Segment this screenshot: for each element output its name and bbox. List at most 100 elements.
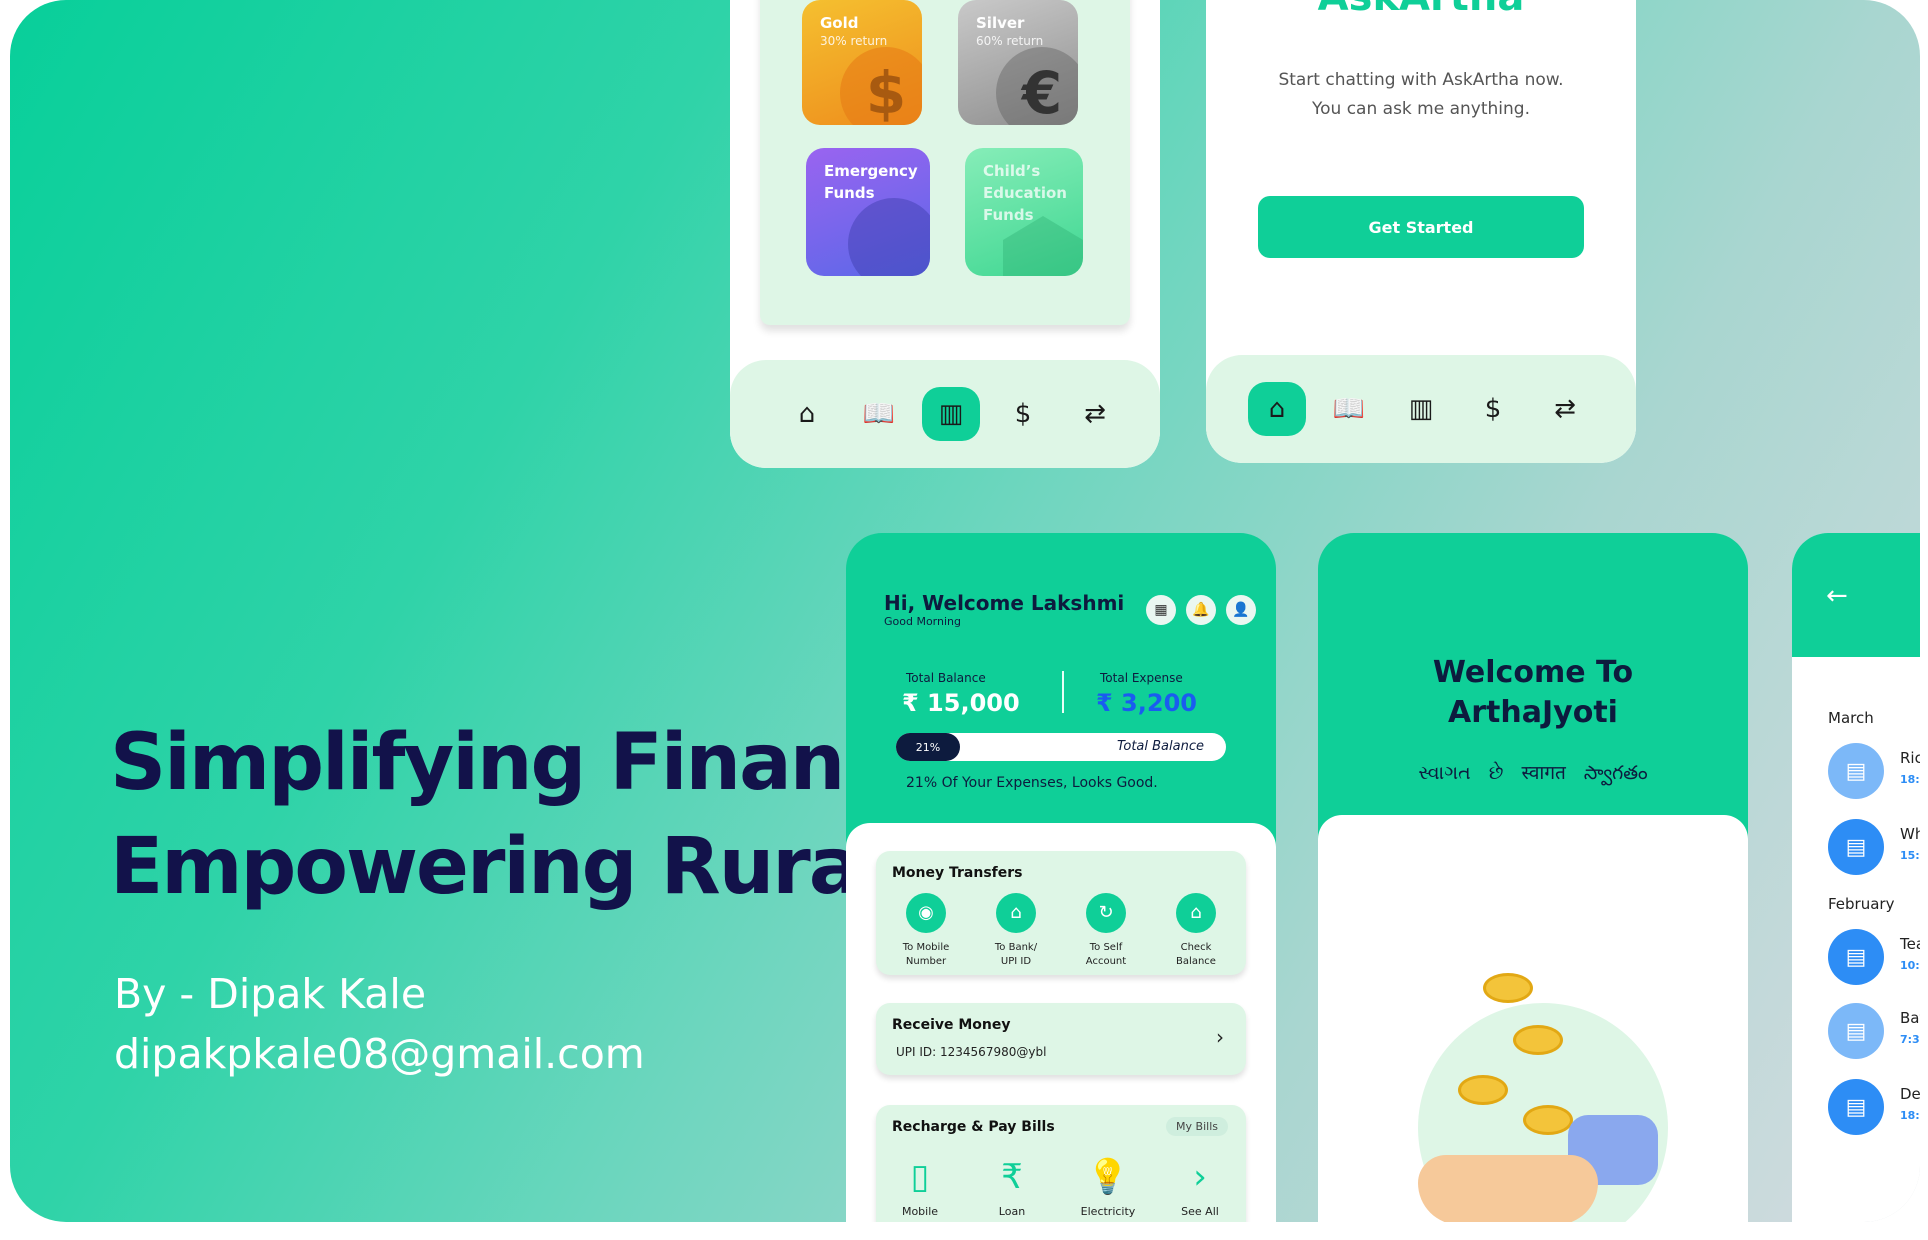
silver-tile[interactable]: Silver 60% return € bbox=[958, 0, 1078, 125]
author-email[interactable]: dipakpkale08@gmail.com bbox=[114, 1030, 645, 1078]
welcome-illustration-area bbox=[1318, 815, 1748, 1222]
pixel-coin-icon bbox=[848, 198, 930, 276]
welcome-languages: સ્વાગત છે स्वागत స్వాగతం bbox=[1418, 762, 1648, 784]
chart-icon[interactable]: ▥ bbox=[922, 387, 980, 441]
coin-icon bbox=[1483, 973, 1533, 1003]
to-bank-button[interactable]: ⌂ To Bank/UPI ID bbox=[976, 893, 1056, 969]
receive-money-section[interactable]: Receive Money UPI ID: 1234567980@ybl › bbox=[876, 1003, 1246, 1075]
check-balance-button[interactable]: ⌂ Check Balance bbox=[1156, 893, 1236, 969]
phone-icon: ▯ bbox=[910, 1157, 930, 1197]
self-transfer-icon: ↻ bbox=[1086, 893, 1126, 933]
chevron-right-icon[interactable]: › bbox=[1216, 1025, 1224, 1049]
silver-return: 60% return bbox=[976, 34, 1044, 48]
history-header bbox=[1792, 533, 1920, 657]
history-screen: ← March ▤ Rice 18:27 ▤ Whe 15:00 Februar… bbox=[1792, 533, 1920, 1222]
mobile-bill-button[interactable]: ▯ Mobile bbox=[880, 1157, 960, 1218]
silver-title: Silver bbox=[976, 14, 1025, 32]
home-icon[interactable]: ⌂ bbox=[778, 387, 836, 441]
euro-coin-icon: € bbox=[996, 47, 1078, 125]
history-item-title: Tea bbox=[1900, 935, 1920, 953]
month-march: March bbox=[1828, 709, 1874, 727]
dashboard-body: Money Transfers ◉ To Mobile Number ⌂ To Ban… bbox=[846, 823, 1276, 1222]
to-mobile-label-2: Number bbox=[905, 956, 947, 967]
dollar-coin-icon: $ bbox=[840, 47, 922, 125]
education-funds-tile[interactable]: Child’s Education Funds bbox=[965, 148, 1083, 276]
month-february: February bbox=[1828, 895, 1895, 913]
progress-fill: 21% bbox=[896, 733, 960, 761]
to-self-button[interactable]: ↻ To Self Account bbox=[1066, 893, 1146, 969]
book-icon[interactable]: 📖 bbox=[850, 387, 908, 441]
transfer-icon[interactable]: ⇄ bbox=[1536, 382, 1594, 436]
bottom-nav: ⌂ 📖 ▥ $ ⇄ bbox=[730, 360, 1160, 468]
loan-icon: ₹ bbox=[1001, 1157, 1023, 1197]
to-mobile-button[interactable]: ◉ To Mobile Number bbox=[886, 893, 966, 969]
receipt-icon: ▤ bbox=[1828, 743, 1884, 799]
welcome-title: Welcome To ArthaJyoti bbox=[1318, 653, 1748, 733]
bulb-icon: 💡 bbox=[1086, 1157, 1130, 1197]
askartha-line-2: You can ask me anything. bbox=[1312, 99, 1530, 119]
total-balance-value: ₹ 15,000 bbox=[902, 689, 1020, 717]
headline-line-2: Empowering Rural bbox=[110, 822, 886, 912]
see-all-label: See All bbox=[1181, 1205, 1219, 1218]
history-item-time: 18:50 bbox=[1900, 1109, 1920, 1122]
book-icon[interactable]: 📖 bbox=[1320, 382, 1378, 436]
greeting: Hi, Welcome Lakshmi bbox=[884, 591, 1125, 615]
history-item-title: Batl bbox=[1900, 1009, 1920, 1027]
showcase-background: Simplifying Finance Empowering Rural By … bbox=[10, 0, 1920, 1222]
arrow-left-icon[interactable]: ← bbox=[1826, 581, 1848, 611]
receipt-icon: ▤ bbox=[1828, 929, 1884, 985]
receipt-icon: ▤ bbox=[1828, 819, 1884, 875]
investment-panel: Gold 30% return $ Silver 60% return € Em… bbox=[760, 0, 1130, 325]
bank-icon: ⌂ bbox=[996, 893, 1036, 933]
history-item-time: 15:00 bbox=[1900, 849, 1920, 862]
gold-tile[interactable]: Gold 30% return $ bbox=[802, 0, 922, 125]
transfer-icon[interactable]: ⇄ bbox=[1066, 387, 1124, 441]
hand-illustration bbox=[1418, 1155, 1598, 1222]
electricity-bill-button[interactable]: 💡 Electricity bbox=[1068, 1157, 1148, 1218]
to-bank-label: To Bank/ bbox=[994, 942, 1038, 953]
recharge-bills-title: Recharge & Pay Bills bbox=[892, 1119, 1055, 1135]
history-item-time: 10:47 bbox=[1900, 959, 1920, 972]
to-self-label-2: Account bbox=[1085, 956, 1127, 967]
coin-hand-icon[interactable]: $ bbox=[1464, 382, 1522, 436]
author-byline: By - Dipak Kale bbox=[114, 970, 427, 1018]
check-balance-label: Check bbox=[1180, 942, 1212, 953]
to-bank-label-2: UPI ID bbox=[1000, 956, 1032, 967]
loan-bill-button[interactable]: ₹ Loan bbox=[972, 1157, 1052, 1218]
headline-line-1: Simplifying Finance bbox=[110, 718, 940, 808]
mobile-label: Mobile bbox=[901, 1205, 939, 1218]
askartha-line-1: Start chatting with AskArtha now. bbox=[1278, 70, 1564, 90]
welcome-screen: Welcome To ArthaJyoti સ્વાગત છે स्वागत స్… bbox=[1318, 533, 1748, 1222]
bell-icon[interactable]: 🔔 bbox=[1186, 595, 1216, 625]
education-funds-title: Child’s Education Funds bbox=[983, 162, 1067, 224]
to-mobile-label: To Mobile bbox=[902, 942, 950, 953]
expense-progress-bar: 21% Total Balance bbox=[896, 733, 1226, 761]
total-balance-label: Total Balance bbox=[906, 671, 986, 685]
qr-icon[interactable]: ▦ bbox=[1146, 595, 1176, 625]
check-balance-label-2: Balance bbox=[1176, 956, 1216, 967]
money-transfers-title: Money Transfers bbox=[892, 865, 1023, 881]
to-self-label: To Self bbox=[1089, 942, 1123, 953]
upi-id: UPI ID: 1234567980@ybl bbox=[896, 1045, 1047, 1059]
receive-money-title: Receive Money bbox=[892, 1017, 1011, 1033]
get-started-button[interactable]: Get Started bbox=[1258, 196, 1584, 258]
my-bills-button[interactable]: My Bills bbox=[1166, 1117, 1228, 1136]
askartha-title: AskArtha bbox=[1206, 0, 1636, 20]
bank-icon: ⌂ bbox=[1176, 893, 1216, 933]
history-item-title: Whe bbox=[1900, 825, 1920, 843]
emergency-funds-tile[interactable]: Emergency Funds bbox=[806, 148, 930, 276]
profile-icon[interactable]: 👤 bbox=[1226, 595, 1256, 625]
welcome-title-line-1: Welcome To bbox=[1432, 655, 1634, 690]
chevron-icon: › bbox=[1193, 1157, 1207, 1197]
askartha-screen: AskArtha Start chatting with AskArtha no… bbox=[1206, 0, 1636, 463]
home-icon[interactable]: ⌂ bbox=[1248, 382, 1306, 436]
divider bbox=[1062, 671, 1064, 713]
see-all-button[interactable]: › See All bbox=[1160, 1157, 1240, 1218]
history-item-title: Rice bbox=[1900, 749, 1920, 767]
recharge-bills-section: Recharge & Pay Bills My Bills ▯ Mobile ₹ L… bbox=[876, 1105, 1246, 1222]
coin-hand-icon[interactable]: $ bbox=[994, 387, 1052, 441]
chart-icon[interactable]: ▥ bbox=[1392, 382, 1450, 436]
gold-return: 30% return bbox=[820, 34, 888, 48]
history-item-time: 7:30 bbox=[1900, 1033, 1920, 1046]
investments-screen: Gold 30% return $ Silver 60% return € Em… bbox=[730, 0, 1160, 468]
